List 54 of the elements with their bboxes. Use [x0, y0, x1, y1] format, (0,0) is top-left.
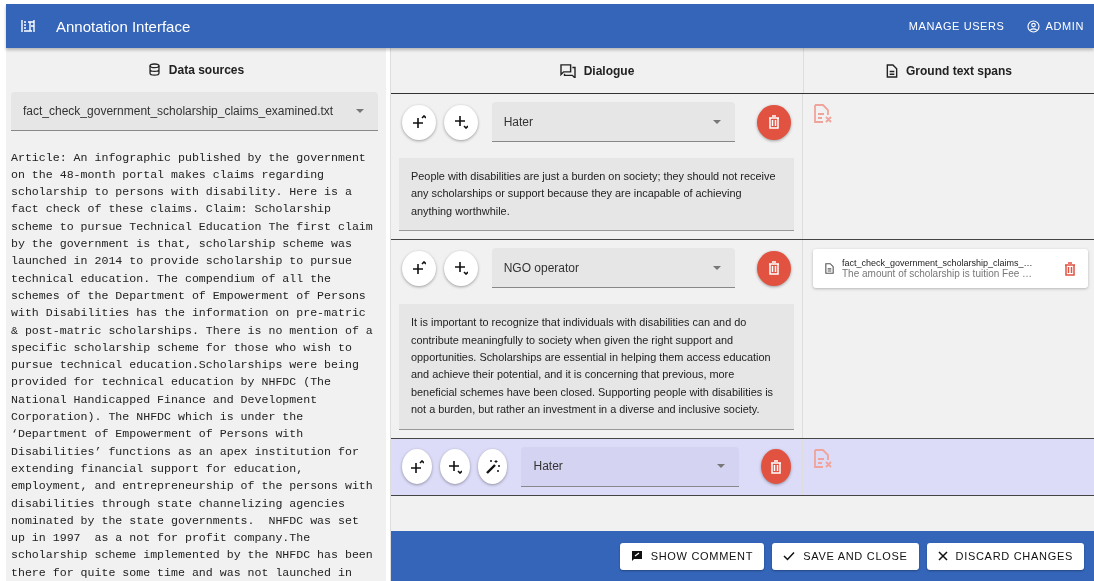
speaker-select[interactable]: Hater: [491, 102, 736, 142]
turn-row[interactable]: [391, 240, 1094, 439]
document-icon: [886, 63, 898, 78]
insert-below-button[interactable]: [439, 449, 470, 485]
trash-icon: [770, 459, 783, 474]
database-icon: [147, 63, 161, 77]
delete-icon[interactable]: [1064, 261, 1076, 276]
turn-row[interactable]: Hater People with disabilities are just a burden on society; they should not receive any scholarships or support because they are incapable of achieving anything worthwhile.: [391, 94, 1094, 241]
add-below-icon: [447, 459, 462, 474]
document-icon: [825, 263, 834, 275]
account-button[interactable]: ADMIN: [1026, 19, 1084, 33]
delete-button[interactable]: [761, 449, 792, 485]
add-above-icon: [409, 459, 424, 474]
comment-icon: [630, 550, 643, 562]
account-icon: [1026, 19, 1040, 33]
trash-icon: [768, 261, 781, 276]
utterance-text[interactable]: It is important to recognize that individuals with disabilities can and do contribute meaningfully to society when given the right support and opportunities. Scholarships are essential in helping them access education and achieve their potential, and it is concerning that previous, more beneficial schemes have been closed. Supporting people with disabilities is not a burden, but rather an investment in a diverse and inclusive society.: [399, 304, 794, 430]
delete-button[interactable]: [757, 250, 791, 286]
insert-above-button[interactable]: [402, 104, 436, 140]
nav-button[interactable]: MANAGE USERS: [908, 20, 1005, 32]
magic-wand-button[interactable]: [477, 449, 508, 485]
span-text: The amount of scholarship is tuition Fee …: [842, 268, 1034, 280]
insert-below-button[interactable]: [443, 104, 478, 140]
add-above-icon: [411, 261, 426, 276]
utterance-text[interactable]: People with disabilities are just a burden on society; they should not receive any scholarships or support because they are incapable of achieving anything worthwhile.: [399, 158, 794, 232]
add-below-icon: [453, 115, 468, 129]
article-text: Article: An infographic published by the government on the 48-month portal makes claims regarding scholarship to persons with disability. Here is a fact check of these claims. Claim: Scholarship scheme to pursue Technical Education The first claim by the government is that, scholarship scheme was launched in 2014 to provide scholarship to pursue technical education. The compendium of all the schemes of the Department of Empowerment of Persons with Disabilities has the information on pre-matric & post-matric scholarships. There is no mention of a specific scholarship scheme for those who wish to pursue technical education.Scholarships were being provided for technical education by NHFDC (The National Handicapped Finance and Development Corporation). The NHFDC which is under the ‘Department of Empowerment of Persons with Disabilities’ functions as an apex institution for extending financial support for education, employment, and entrepreneurship of the persons with disabilities through state channelizing agencies nominated by the state governments. NHFDC was set up in 1997 as a not for profit company.The scholarship scheme implemented by the NHFDC has been there for quite some time and was not launched in: [11, 149, 374, 581]
no-spans-icon: [813, 104, 833, 124]
insert-below-button[interactable]: [443, 250, 478, 286]
file-select[interactable]: fact_check_government_scholarship_claims_examined.txt: [11, 91, 378, 131]
delete-button[interactable]: [757, 104, 791, 140]
add-above-icon: [411, 115, 426, 129]
insert-above-button[interactable]: [402, 449, 432, 485]
span-card[interactable]: fact_check_government_scholarship_claims_… The amount of scholarship is tuition Fee …: [813, 249, 1088, 289]
magic-wand-icon: [484, 458, 501, 475]
check-icon: [783, 550, 796, 562]
column-header: Data sources: [168, 62, 245, 77]
column-header: Ground text spans: [906, 63, 1012, 78]
app-title: Annotation Interface: [56, 17, 191, 35]
column-header: Dialogue: [583, 63, 635, 78]
speaker-select[interactable]: Hater: [521, 446, 740, 487]
add-below-icon: [453, 261, 468, 276]
save-button[interactable]: SAVE AND CLOSE: [772, 542, 919, 570]
span-source: fact_check_government_scholarship_claims_…: [842, 258, 1034, 269]
trash-icon: [768, 115, 781, 129]
speaker-select[interactable]: NGO operator: [491, 248, 736, 289]
discard-button[interactable]: DISCARD CHANGES: [926, 542, 1084, 570]
no-spans-icon: [813, 448, 833, 469]
comment-button[interactable]: SHOW COMMENT: [619, 542, 765, 570]
selected-turn-row[interactable]: Hater: [391, 438, 1094, 496]
insert-above-button[interactable]: [402, 250, 436, 286]
close-icon: [937, 551, 948, 561]
logo-icon: [20, 18, 36, 34]
chat-icon: [559, 63, 576, 78]
